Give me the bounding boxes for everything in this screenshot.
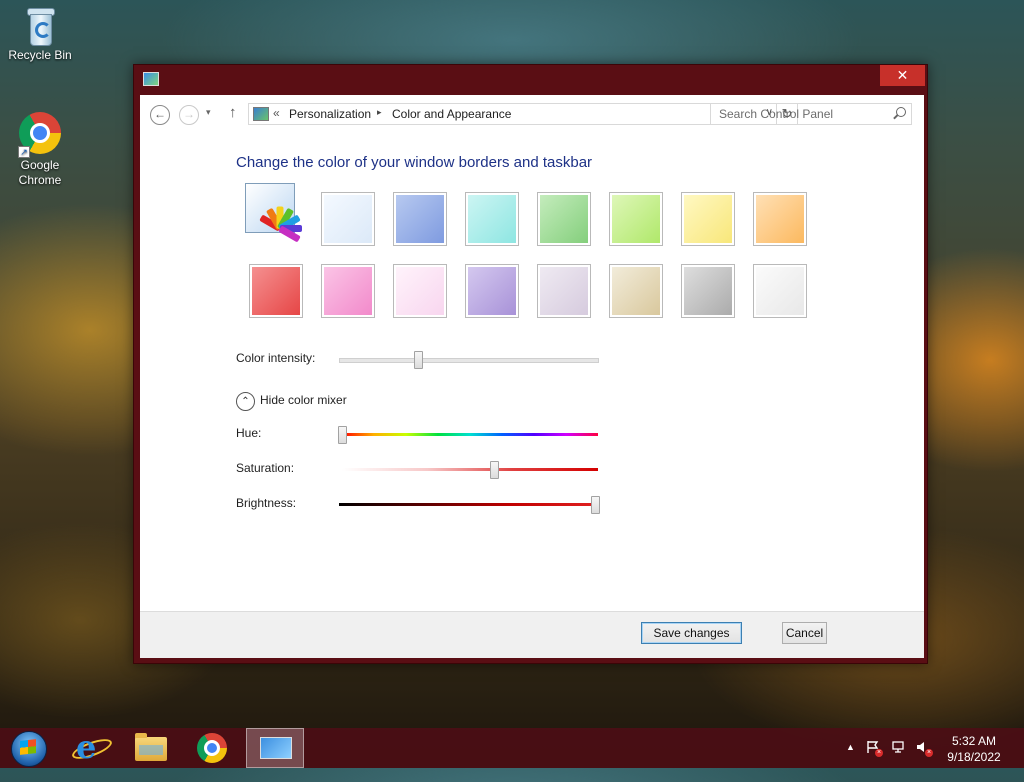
color-swatch-frost[interactable]	[537, 264, 591, 318]
file-explorer-icon	[135, 733, 167, 761]
color-swatch-bubblegum[interactable]	[321, 264, 375, 318]
color-swatch-white[interactable]	[753, 264, 807, 318]
brightness-track[interactable]	[339, 503, 595, 506]
recycle-bin-shortcut[interactable]: Recycle Bin	[2, 6, 78, 62]
chrome-shortcut[interactable]: ↗ Google Chrome	[2, 112, 78, 188]
control-panel-icon	[260, 737, 292, 759]
chevron-up-icon: ⌃	[236, 392, 255, 411]
internet-explorer-icon: e	[76, 728, 97, 766]
color-intensity-track[interactable]	[339, 358, 599, 363]
control-panel-icon	[143, 72, 159, 86]
dialog-footer: Save changes Cancel	[140, 611, 924, 658]
color-palette-icon	[259, 206, 302, 247]
hue-track[interactable]	[342, 433, 598, 436]
search-placeholder: Search Control Panel	[719, 107, 834, 121]
shortcut-arrow-icon: ↗	[18, 146, 30, 158]
color-swatch-lime[interactable]	[609, 192, 663, 246]
breadcrumb-color-and-appearance[interactable]: Color and Appearance	[392, 107, 511, 121]
taskbar-file-explorer[interactable]	[122, 728, 180, 768]
recycle-bin-label: Recycle Bin	[8, 48, 72, 62]
system-clock[interactable]: 5:32 AM 9/18/2022	[934, 733, 1014, 765]
color-swatch-slate[interactable]	[681, 264, 735, 318]
search-box[interactable]: Search Control Panel	[710, 103, 912, 125]
taskbar-control-panel[interactable]	[246, 728, 304, 768]
hue-slider[interactable]	[338, 426, 347, 444]
close-button[interactable]: ✕	[880, 65, 925, 86]
breadcrumb-personalization[interactable]: Personalization	[289, 107, 371, 121]
recent-locations-button[interactable]: ▾	[206, 107, 211, 118]
cancel-button[interactable]: Cancel	[782, 622, 827, 644]
windows-logo-icon	[20, 739, 36, 755]
hue-label: Hue:	[236, 426, 262, 440]
control-panel-icon	[253, 107, 269, 121]
color-swatch-violet[interactable]	[465, 264, 519, 318]
save-changes-button[interactable]: Save changes	[641, 622, 742, 644]
back-button[interactable]: ←	[150, 105, 170, 125]
color-swatch-sea-foam[interactable]	[465, 192, 519, 246]
network-icon[interactable]	[891, 740, 905, 754]
search-icon[interactable]	[896, 107, 906, 117]
color-swatch-taupe[interactable]	[609, 264, 663, 318]
start-button[interactable]	[0, 728, 58, 768]
color-swatch-lavender[interactable]	[393, 264, 447, 318]
color-swatch-blush[interactable]	[249, 264, 303, 318]
saturation-slider[interactable]	[489, 461, 499, 479]
volume-muted-icon[interactable]: ×	[916, 740, 933, 757]
saturation-label: Saturation:	[236, 461, 295, 475]
recycle-bin-icon	[25, 6, 55, 46]
show-hidden-icons-button[interactable]: ▲	[846, 742, 855, 782]
page-heading: Change the color of your window borders …	[236, 154, 593, 171]
window-client: ← → ▾ ↑ « Personalization ▸ Color and Ap…	[140, 95, 924, 658]
hide-color-mixer-label: Hide color mixer	[260, 393, 347, 407]
color-intensity-label: Color intensity:	[236, 351, 316, 365]
color-swatch-pumpkin[interactable]	[753, 192, 807, 246]
saturation-track[interactable]	[342, 468, 598, 471]
color-swatch-sky[interactable]	[321, 192, 375, 246]
taskbar-chrome[interactable]	[183, 728, 241, 768]
chrome-icon	[197, 733, 227, 763]
action-center-icon[interactable]: ×	[866, 740, 883, 757]
color-intensity-slider[interactable]	[413, 351, 423, 369]
color-swatch-leaf[interactable]	[537, 192, 591, 246]
up-button[interactable]: ↑	[229, 104, 237, 121]
control-panel-window: ✕ ← → ▾ ↑ « Personalization ▸ Color and …	[133, 64, 928, 664]
taskbar-internet-explorer[interactable]: e	[61, 728, 119, 768]
forward-button[interactable]: →	[179, 105, 199, 125]
color-swatch-sun[interactable]	[681, 192, 735, 246]
brightness-label: Brightness:	[236, 496, 297, 510]
clock-time: 5:32 AM	[951, 734, 997, 748]
color-swatch-twilight[interactable]	[393, 192, 447, 246]
brightness-slider[interactable]	[591, 496, 600, 514]
chrome-label: Google Chrome	[18, 158, 62, 187]
taskbar: e ▲ × × 5:32 AM 9/18/2022	[0, 728, 1024, 768]
clock-date: 9/18/2022	[947, 750, 1001, 764]
breadcrumb-overflow[interactable]: «	[273, 106, 280, 120]
navigation-bar: ← → ▾ ↑ « Personalization ▸ Color and Ap…	[140, 95, 924, 133]
breadcrumb-separator-icon[interactable]: ▸	[377, 107, 382, 118]
